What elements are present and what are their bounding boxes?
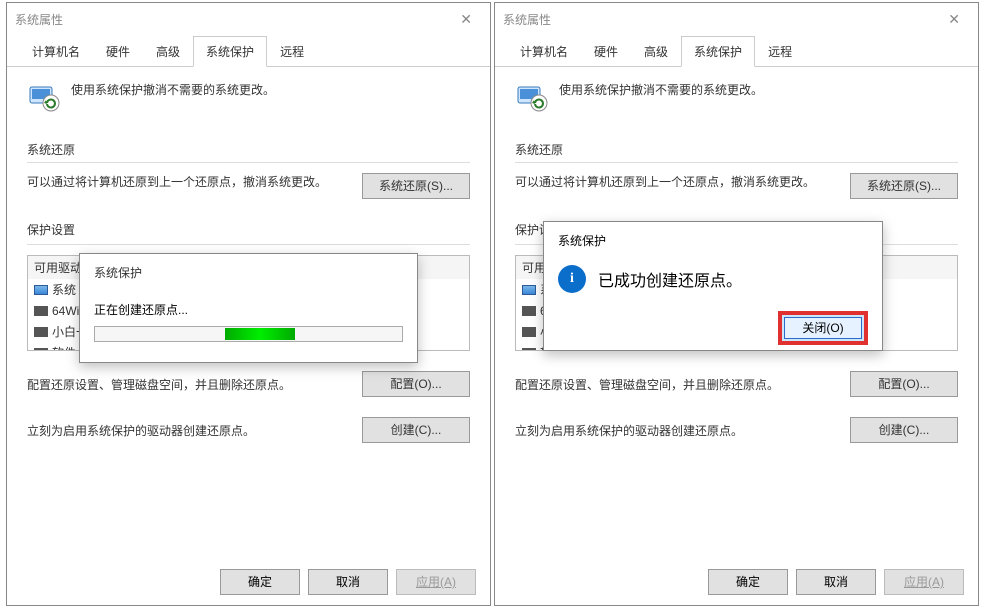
tab-system-protection[interactable]: 系统保护 <box>681 36 755 67</box>
ok-button[interactable]: 确定 <box>708 569 788 595</box>
intro-text: 使用系统保护撤消不需要的系统更改。 <box>71 81 275 98</box>
tab-remote[interactable]: 远程 <box>267 36 317 67</box>
window-title: 系统属性 <box>15 11 63 28</box>
tab-hardware[interactable]: 硬件 <box>93 36 143 67</box>
close-button[interactable]: 关闭(O) <box>784 317 862 339</box>
progress-dialog: 系统保护 正在创建还原点... <box>79 253 418 363</box>
system-restore-button[interactable]: 系统还原(S)... <box>850 173 958 199</box>
create-button[interactable]: 创建(C)... <box>362 417 470 443</box>
drive-icon <box>522 285 536 295</box>
shield-icon <box>515 81 549 115</box>
config-text: 配置还原设置、管理磁盘空间，并且删除还原点。 <box>27 376 362 393</box>
restore-desc: 可以通过将计算机还原到上一个还原点，撤消系统更改。 <box>515 173 840 192</box>
config-text: 配置还原设置、管理磁盘空间，并且删除还原点。 <box>515 376 850 393</box>
section-restore-title: 系统还原 <box>27 141 470 158</box>
info-dialog-title: 系统保护 <box>558 232 868 249</box>
apply-button: 应用(A) <box>884 569 964 595</box>
drive-icon <box>522 327 536 337</box>
drive-icon <box>34 327 48 337</box>
create-button[interactable]: 创建(C)... <box>850 417 958 443</box>
drive-icon <box>34 306 48 316</box>
info-dialog: 系统保护 i 已成功创建还原点。 关闭(O) <box>543 221 883 351</box>
create-text: 立刻为启用系统保护的驱动器创建还原点。 <box>515 422 850 439</box>
drive-icon <box>34 285 48 295</box>
tab-row: 计算机名 硬件 高级 系统保护 远程 <box>7 35 490 67</box>
tab-computer-name[interactable]: 计算机名 <box>19 36 93 67</box>
tab-row: 计算机名 硬件 高级 系统保护 远程 <box>495 35 978 67</box>
close-icon[interactable]: ✕ <box>938 11 970 28</box>
section-protect-title: 保护设置 <box>27 221 470 238</box>
ok-button[interactable]: 确定 <box>220 569 300 595</box>
tab-advanced[interactable]: 高级 <box>631 36 681 67</box>
drive-icon <box>522 306 536 316</box>
configure-button[interactable]: 配置(O)... <box>850 371 958 397</box>
tab-advanced[interactable]: 高级 <box>143 36 193 67</box>
progress-dialog-title: 系统保护 <box>94 264 403 281</box>
progress-fill <box>225 328 295 340</box>
apply-button: 应用(A) <box>396 569 476 595</box>
info-message: 已成功创建还原点。 <box>598 267 742 291</box>
progress-label: 正在创建还原点... <box>94 301 403 318</box>
window-title: 系统属性 <box>503 11 551 28</box>
shield-icon <box>27 81 61 115</box>
drive-icon <box>34 348 48 352</box>
info-icon: i <box>558 265 586 293</box>
system-restore-button[interactable]: 系统还原(S)... <box>362 173 470 199</box>
system-properties-window-right: 系统属性 ✕ 计算机名 硬件 高级 系统保护 远程 使用系统保护撤消不需要的系统… <box>494 2 979 606</box>
restore-desc: 可以通过将计算机还原到上一个还原点，撤消系统更改。 <box>27 173 352 192</box>
section-restore-title: 系统还原 <box>515 141 958 158</box>
cancel-button[interactable]: 取消 <box>796 569 876 595</box>
create-text: 立刻为启用系统保护的驱动器创建还原点。 <box>27 422 362 439</box>
drive-icon <box>522 348 536 352</box>
cancel-button[interactable]: 取消 <box>308 569 388 595</box>
titlebar: 系统属性 ✕ <box>7 3 490 35</box>
tab-hardware[interactable]: 硬件 <box>581 36 631 67</box>
tab-computer-name[interactable]: 计算机名 <box>507 36 581 67</box>
progress-bar <box>94 326 403 342</box>
bottom-button-bar: 确定 取消 应用(A) <box>7 569 490 595</box>
close-icon[interactable]: ✕ <box>450 11 482 28</box>
system-properties-window-left: 系统属性 ✕ 计算机名 硬件 高级 系统保护 远程 使用系统保护撤消不需要的系统… <box>6 2 491 606</box>
titlebar: 系统属性 ✕ <box>495 3 978 35</box>
tab-system-protection[interactable]: 系统保护 <box>193 36 267 67</box>
bottom-button-bar: 确定 取消 应用(A) <box>495 569 978 595</box>
configure-button[interactable]: 配置(O)... <box>362 371 470 397</box>
intro-text: 使用系统保护撤消不需要的系统更改。 <box>559 81 763 98</box>
close-button-highlight: 关闭(O) <box>778 311 868 345</box>
tab-remote[interactable]: 远程 <box>755 36 805 67</box>
